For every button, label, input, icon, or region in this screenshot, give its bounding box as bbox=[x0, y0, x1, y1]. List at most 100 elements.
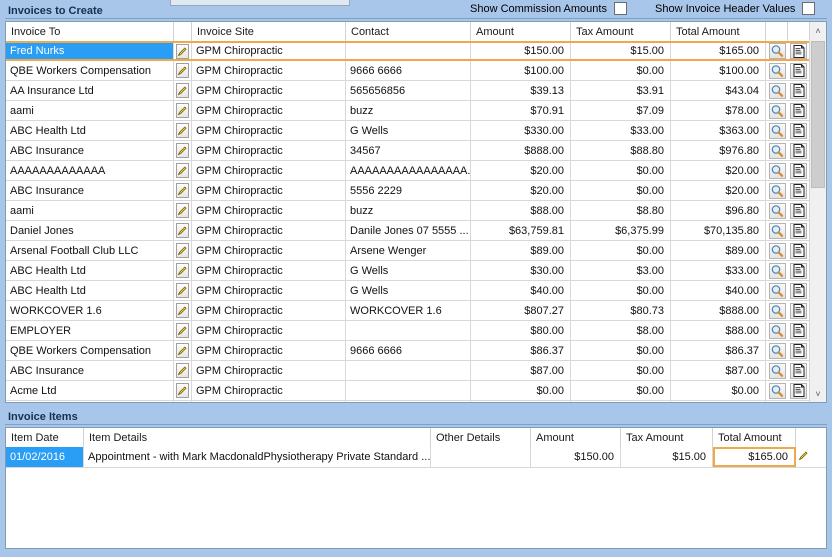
cell-invoice-site[interactable]: GPM Chiropractic bbox=[192, 261, 346, 280]
cell-invoice-to[interactable]: Arsenal Football Club LLC bbox=[6, 241, 174, 260]
row-view-button[interactable] bbox=[766, 81, 788, 100]
cell-empty[interactable] bbox=[766, 401, 788, 402]
table-row[interactable]: aami GPM Chiropractic buzz $88.00 $8.80 $96.8… bbox=[6, 201, 826, 221]
magnifier-icon[interactable] bbox=[768, 142, 786, 159]
cell-invoice-site[interactable]: GPM Chiropractic bbox=[192, 241, 346, 260]
column-header-total-amount[interactable]: Total Amount bbox=[671, 22, 766, 41]
cell-invoice-to[interactable]: EMPLOYER bbox=[6, 321, 174, 340]
cell-tax-amount[interactable]: $0.00 bbox=[571, 161, 671, 180]
pencil-icon[interactable] bbox=[176, 343, 189, 358]
document-icon[interactable] bbox=[790, 242, 807, 259]
item-edit-button[interactable] bbox=[796, 447, 826, 467]
pencil-icon[interactable] bbox=[176, 283, 189, 298]
cell-tax-amount[interactable]: $0.00 bbox=[571, 61, 671, 80]
row-edit-button[interactable] bbox=[174, 81, 192, 100]
scrollbar-thumb[interactable] bbox=[811, 41, 825, 188]
magnifier-icon[interactable] bbox=[768, 122, 786, 139]
cell-tax-amount[interactable]: $8.00 bbox=[571, 321, 671, 340]
row-report-button[interactable] bbox=[788, 321, 809, 340]
document-icon[interactable] bbox=[790, 102, 807, 119]
cell-invoice-site[interactable]: GPM Chiropractic bbox=[192, 221, 346, 240]
table-row[interactable]: aami GPM Chiropractic buzz $70.91 $7.09 $78.0… bbox=[6, 101, 826, 121]
cell-total-amount[interactable]: $0.00 bbox=[671, 381, 766, 400]
cell-invoice-to[interactable]: ABC Insurance bbox=[6, 141, 174, 160]
cell-amount[interactable]: $39.13 bbox=[471, 81, 571, 100]
cell-amount[interactable]: $150.00 bbox=[531, 447, 621, 467]
cell-contact[interactable]: 9666 6666 bbox=[346, 61, 471, 80]
items-column-header-tax-amount[interactable]: Tax Amount bbox=[621, 428, 713, 447]
row-view-button[interactable] bbox=[766, 341, 788, 360]
cell-tax-amount[interactable]: $0.00 bbox=[571, 361, 671, 380]
cell-contact[interactable]: G Wells bbox=[346, 281, 471, 300]
pencil-icon[interactable] bbox=[176, 303, 189, 318]
cell-tax-amount[interactable]: $0.00 bbox=[571, 381, 671, 400]
row-view-button[interactable] bbox=[766, 181, 788, 200]
cell-invoice-to[interactable]: QBE Workers Compensation bbox=[6, 61, 174, 80]
cell-invoice-to[interactable]: AAAAAAAAAAAAA bbox=[6, 161, 174, 180]
cell-tax-amount[interactable]: $80.73 bbox=[571, 301, 671, 320]
document-icon[interactable] bbox=[790, 382, 807, 399]
cell-invoice-to[interactable]: ABC Insurance bbox=[6, 361, 174, 380]
row-report-button[interactable] bbox=[788, 241, 809, 260]
items-column-header-other-details[interactable]: Other Details bbox=[431, 428, 531, 447]
cell-total-amount[interactable]: $43.04 bbox=[671, 81, 766, 100]
document-icon[interactable] bbox=[790, 362, 807, 379]
table-row[interactable]: Arsenal Football Club LLC GPM Chiropracti… bbox=[6, 241, 826, 261]
cell-invoice-site[interactable]: GPM Chiropractic bbox=[192, 301, 346, 320]
cell-contact[interactable]: WORKCOVER 1.6 bbox=[346, 301, 471, 320]
cell-invoice-to[interactable]: Fred Nurks bbox=[6, 43, 174, 59]
items-column-header-amount[interactable]: Amount bbox=[531, 428, 621, 447]
cell-amount[interactable]: $20.00 bbox=[471, 181, 571, 200]
items-grid-body[interactable]: 01/02/2016 Appointment - with Mark Macdon… bbox=[6, 447, 826, 548]
cell-total-amount[interactable]: $165.00 bbox=[671, 43, 766, 59]
cell-amount[interactable]: $330.00 bbox=[471, 121, 571, 140]
row-view-button[interactable] bbox=[766, 121, 788, 140]
row-view-button[interactable] bbox=[766, 281, 788, 300]
row-edit-button[interactable] bbox=[174, 43, 192, 59]
cell-tax-amount[interactable]: $0.00 bbox=[571, 241, 671, 260]
cell-total-amount[interactable]: $88.00 bbox=[671, 321, 766, 340]
magnifier-icon[interactable] bbox=[768, 202, 786, 219]
cell-amount[interactable]: $88.00 bbox=[471, 201, 571, 220]
cell-total-amount[interactable]: $20.00 bbox=[671, 161, 766, 180]
cell-invoice-site[interactable]: GPM Chiropractic bbox=[192, 61, 346, 80]
cell-tax-amount[interactable]: $6,375.99 bbox=[571, 221, 671, 240]
magnifier-icon[interactable] bbox=[768, 242, 786, 259]
pencil-icon[interactable] bbox=[176, 263, 189, 278]
cell-invoice-site[interactable]: GPM Chiropractic bbox=[192, 141, 346, 160]
pencil-icon[interactable] bbox=[176, 383, 189, 398]
cell-amount[interactable]: $888.00 bbox=[471, 141, 571, 160]
cell-empty[interactable] bbox=[174, 401, 192, 402]
row-report-button[interactable] bbox=[788, 261, 809, 280]
cell-amount[interactable]: $40.00 bbox=[471, 281, 571, 300]
items-column-header-item-details[interactable]: Item Details bbox=[84, 428, 431, 447]
cell-empty[interactable] bbox=[6, 401, 174, 402]
cell-invoice-site[interactable]: GPM Chiropractic bbox=[192, 281, 346, 300]
magnifier-icon[interactable] bbox=[768, 322, 786, 339]
cell-invoice-site[interactable]: GPM Chiropractic bbox=[192, 101, 346, 120]
cell-invoice-to[interactable]: ABC Insurance bbox=[6, 181, 174, 200]
row-edit-button[interactable] bbox=[174, 321, 192, 340]
row-view-button[interactable] bbox=[766, 141, 788, 160]
cell-invoice-site[interactable]: GPM Chiropractic bbox=[192, 81, 346, 100]
cell-total-amount[interactable]: $363.00 bbox=[671, 121, 766, 140]
table-row-partial[interactable] bbox=[6, 401, 826, 402]
row-view-button[interactable] bbox=[766, 321, 788, 340]
row-report-button[interactable] bbox=[788, 81, 809, 100]
cell-tax-amount[interactable]: $3.91 bbox=[571, 81, 671, 100]
cell-amount[interactable]: $807.27 bbox=[471, 301, 571, 320]
row-view-button[interactable] bbox=[766, 221, 788, 240]
column-header-amount[interactable]: Amount bbox=[471, 22, 571, 41]
row-report-button[interactable] bbox=[788, 61, 809, 80]
cell-empty[interactable] bbox=[192, 401, 346, 402]
column-header-invoice-site[interactable]: Invoice Site bbox=[192, 22, 346, 41]
cell-contact[interactable] bbox=[346, 361, 471, 380]
document-icon[interactable] bbox=[790, 342, 807, 359]
cell-total-amount[interactable]: $888.00 bbox=[671, 301, 766, 320]
cell-item-date[interactable]: 01/02/2016 bbox=[6, 447, 84, 467]
row-edit-button[interactable] bbox=[174, 181, 192, 200]
cell-contact[interactable] bbox=[346, 321, 471, 340]
column-header-tax-amount[interactable]: Tax Amount bbox=[571, 22, 671, 41]
table-row[interactable]: AAAAAAAAAAAAA GPM Chiropractic AAAAAAAAAAA… bbox=[6, 161, 826, 181]
magnifier-icon[interactable] bbox=[768, 282, 786, 299]
